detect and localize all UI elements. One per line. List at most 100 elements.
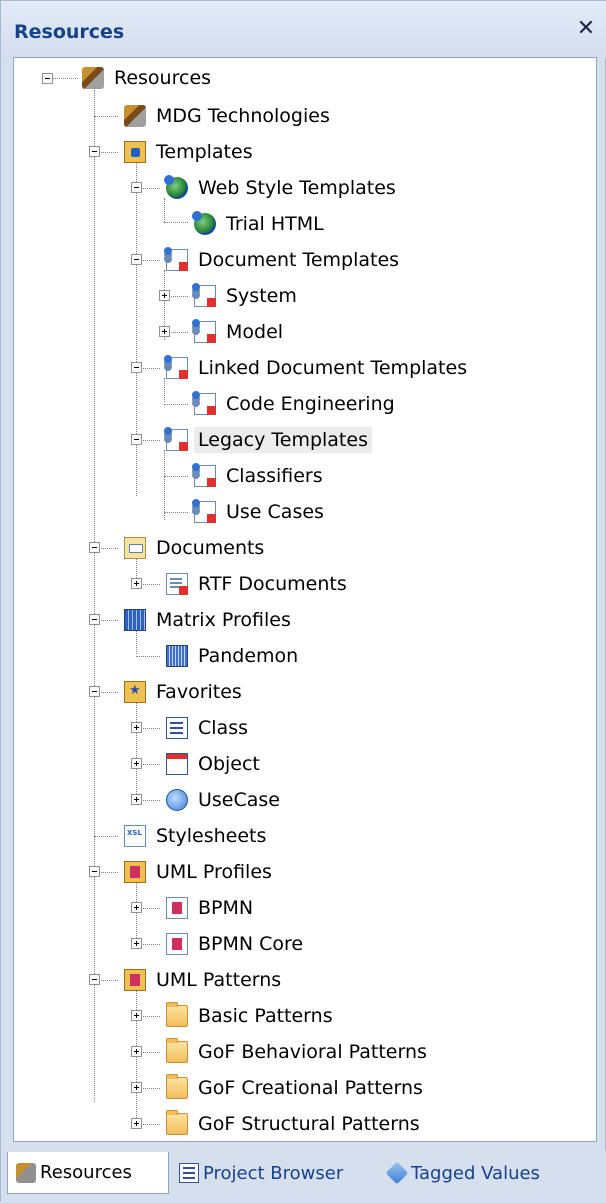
tree-node-usecase[interactable]: UseCase bbox=[166, 786, 284, 814]
collapse-icon[interactable] bbox=[89, 866, 100, 877]
tree-node-gof-behavioral-patterns[interactable]: GoF Behavioral Patterns bbox=[166, 1038, 431, 1066]
bottom-tab-bar: Resources Project Browser Tagged Values bbox=[1, 1150, 606, 1203]
tab-label: Tagged Values bbox=[411, 1162, 540, 1184]
resources-icon bbox=[16, 1162, 36, 1183]
resources-tree[interactable]: Resources MDG Technologies Templates Web… bbox=[13, 57, 597, 1142]
tree-node-uml-patterns[interactable]: UML Patterns bbox=[124, 966, 285, 994]
collapse-icon[interactable] bbox=[89, 686, 100, 697]
collapse-icon[interactable] bbox=[131, 182, 142, 193]
expand-icon[interactable] bbox=[131, 722, 142, 733]
class-icon bbox=[166, 717, 188, 739]
tree-node-label: System bbox=[226, 285, 297, 307]
tree-node-bpmn[interactable]: BPMN bbox=[166, 894, 257, 922]
tree-node-pandemon[interactable]: Pandemon bbox=[166, 642, 302, 670]
tree-node-label: GoF Structural Patterns bbox=[198, 1113, 420, 1135]
document-template-icon bbox=[164, 427, 188, 451]
tree-node-gof-creational-patterns[interactable]: GoF Creational Patterns bbox=[166, 1074, 427, 1102]
expand-icon[interactable] bbox=[131, 1118, 142, 1129]
tree-node-label: RTF Documents bbox=[198, 573, 347, 595]
tree-node-favorites[interactable]: Favorites bbox=[124, 678, 246, 706]
collapse-icon[interactable] bbox=[89, 146, 100, 157]
document-template-icon bbox=[192, 391, 216, 415]
tree-node-legacy-templates[interactable]: Legacy Templates bbox=[164, 426, 372, 454]
uml-profile-folder-icon bbox=[124, 861, 146, 883]
tree-node-label: GoF Creational Patterns bbox=[198, 1077, 423, 1099]
tree-node-label: Classifiers bbox=[226, 465, 323, 487]
expand-icon[interactable] bbox=[131, 1046, 142, 1057]
tree-node-label: UseCase bbox=[198, 789, 280, 811]
tree-node-label: Documents bbox=[156, 537, 265, 559]
tree-node-code-engineering[interactable]: Code Engineering bbox=[192, 390, 399, 418]
document-template-icon bbox=[192, 499, 216, 523]
tree-node-stylesheets[interactable]: Stylesheets bbox=[124, 822, 270, 850]
tree-node-label: Resources bbox=[114, 67, 212, 89]
tree-node-gof-structural-patterns[interactable]: GoF Structural Patterns bbox=[166, 1110, 424, 1138]
usecase-icon bbox=[166, 789, 188, 811]
template-folder-icon bbox=[124, 141, 146, 163]
expand-icon[interactable] bbox=[131, 938, 142, 949]
tree-node-label: Stylesheets bbox=[156, 825, 267, 847]
tree-node-system[interactable]: System bbox=[192, 282, 301, 310]
expand-icon[interactable] bbox=[131, 902, 142, 913]
tree-node-templates[interactable]: Templates bbox=[124, 138, 257, 166]
tree-node-label: Use Cases bbox=[226, 501, 324, 523]
rtf-document-icon bbox=[166, 573, 188, 595]
tree-node-web-style-templates[interactable]: Web Style Templates bbox=[164, 174, 400, 202]
tree-node-document-templates[interactable]: Document Templates bbox=[164, 246, 403, 274]
tree-node-basic-patterns[interactable]: Basic Patterns bbox=[166, 1002, 337, 1030]
collapse-icon[interactable] bbox=[42, 73, 53, 84]
expand-icon[interactable] bbox=[131, 758, 142, 769]
object-icon bbox=[166, 753, 188, 775]
tree-node-uml-profiles[interactable]: UML Profiles bbox=[124, 858, 276, 886]
folder-icon bbox=[166, 1002, 188, 1027]
folder-icon bbox=[166, 1110, 188, 1135]
tree-node-object[interactable]: Object bbox=[166, 750, 264, 778]
hammer-icon bbox=[124, 105, 146, 127]
collapse-icon[interactable] bbox=[131, 254, 142, 265]
tree-node-documents[interactable]: Documents bbox=[124, 534, 268, 562]
tab-resources[interactable]: Resources bbox=[7, 1152, 169, 1194]
tree-node-label: Matrix Profiles bbox=[156, 609, 291, 631]
tree-node-linked-document-templates[interactable]: Linked Document Templates bbox=[164, 354, 471, 382]
tree-node-class[interactable]: Class bbox=[166, 714, 252, 742]
globe-icon bbox=[192, 211, 216, 235]
tree-node-label: Object bbox=[198, 753, 260, 775]
tree-node-trial-html[interactable]: Trial HTML bbox=[192, 210, 328, 238]
tab-tagged-values[interactable]: Tagged Values bbox=[385, 1152, 603, 1194]
globe-icon bbox=[164, 175, 188, 199]
expand-icon[interactable] bbox=[131, 794, 142, 805]
resources-panel: Resources ✕ Resources MDG Technologies T… bbox=[0, 0, 606, 1203]
tree-node-bpmn-core[interactable]: BPMN Core bbox=[166, 930, 307, 958]
folder-icon bbox=[166, 1038, 188, 1063]
expand-icon[interactable] bbox=[131, 1010, 142, 1021]
tree-node-label: Favorites bbox=[156, 681, 242, 703]
tree-node-label: Document Templates bbox=[198, 249, 400, 271]
hammer-icon bbox=[82, 67, 104, 89]
tree-node-matrix-profiles[interactable]: Matrix Profiles bbox=[124, 606, 295, 634]
expand-icon[interactable] bbox=[131, 1082, 142, 1093]
collapse-icon[interactable] bbox=[131, 434, 142, 445]
tree-node-resources[interactable]: Resources bbox=[82, 64, 215, 92]
uml-profile-icon bbox=[166, 897, 188, 919]
document-template-icon bbox=[192, 319, 216, 343]
tree-node-model[interactable]: Model bbox=[192, 318, 287, 346]
tree-node-rtf-documents[interactable]: RTF Documents bbox=[166, 570, 351, 598]
tree-node-label: Basic Patterns bbox=[198, 1005, 333, 1027]
collapse-icon[interactable] bbox=[89, 614, 100, 625]
expand-icon[interactable] bbox=[131, 578, 142, 589]
collapse-icon[interactable] bbox=[89, 542, 100, 553]
matrix-icon bbox=[124, 609, 146, 631]
collapse-icon[interactable] bbox=[89, 974, 100, 985]
tree-node-mdg-technologies[interactable]: MDG Technologies bbox=[124, 102, 334, 130]
favorites-folder-icon bbox=[124, 681, 146, 703]
tree-node-label: BPMN Core bbox=[198, 933, 304, 955]
expand-icon[interactable] bbox=[159, 290, 170, 301]
collapse-icon[interactable] bbox=[131, 362, 142, 373]
tab-project-browser[interactable]: Project Browser bbox=[179, 1152, 379, 1194]
tree-node-classifiers[interactable]: Classifiers bbox=[192, 462, 327, 490]
close-icon[interactable]: ✕ bbox=[575, 17, 597, 41]
tree-node-label: Code Engineering bbox=[226, 393, 395, 415]
expand-icon[interactable] bbox=[159, 326, 170, 337]
document-template-icon bbox=[164, 247, 188, 271]
tree-node-use-cases[interactable]: Use Cases bbox=[192, 498, 328, 526]
